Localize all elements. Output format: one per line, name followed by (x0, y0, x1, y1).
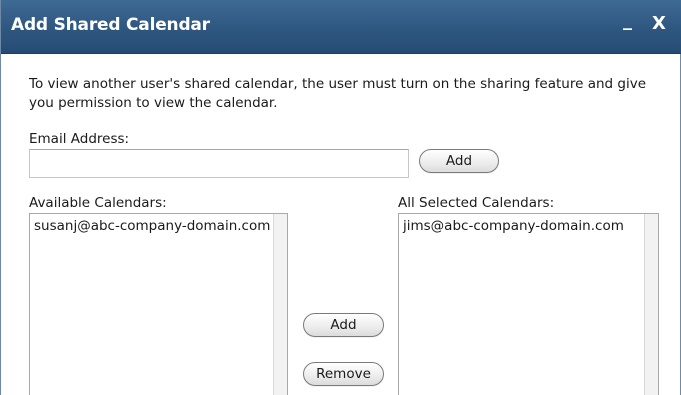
selected-calendars-list[interactable]: jims@abc-company-domain.com (398, 213, 659, 395)
remove-calendar-button[interactable]: Remove (303, 362, 384, 386)
minimize-icon[interactable]: _ (623, 10, 632, 31)
close-icon[interactable]: X (652, 13, 666, 34)
available-list-scrollbar[interactable] (273, 214, 287, 395)
dialog-title: Add Shared Calendar (11, 15, 210, 35)
list-item[interactable]: susanj@abc-company-domain.com (30, 214, 275, 234)
selected-calendars-label: All Selected Calendars: (398, 195, 555, 211)
email-address-label: Email Address: (29, 131, 130, 147)
dialog-description: To view another user's shared calendar, … (29, 76, 646, 111)
list-item[interactable]: jims@abc-company-domain.com (399, 214, 646, 234)
available-calendars-list[interactable]: susanj@abc-company-domain.com (29, 213, 288, 395)
add-calendar-button[interactable]: Add (303, 313, 384, 337)
email-address-input[interactable] (29, 149, 409, 178)
dialog-titlebar[interactable]: Add Shared Calendar _ X (1, 0, 681, 54)
add-shared-calendar-dialog: Add Shared Calendar _ X To view another … (0, 0, 681, 395)
available-calendars-label: Available Calendars: (29, 195, 167, 211)
selected-list-scrollbar[interactable] (644, 214, 658, 395)
add-email-button[interactable]: Add (419, 149, 499, 173)
